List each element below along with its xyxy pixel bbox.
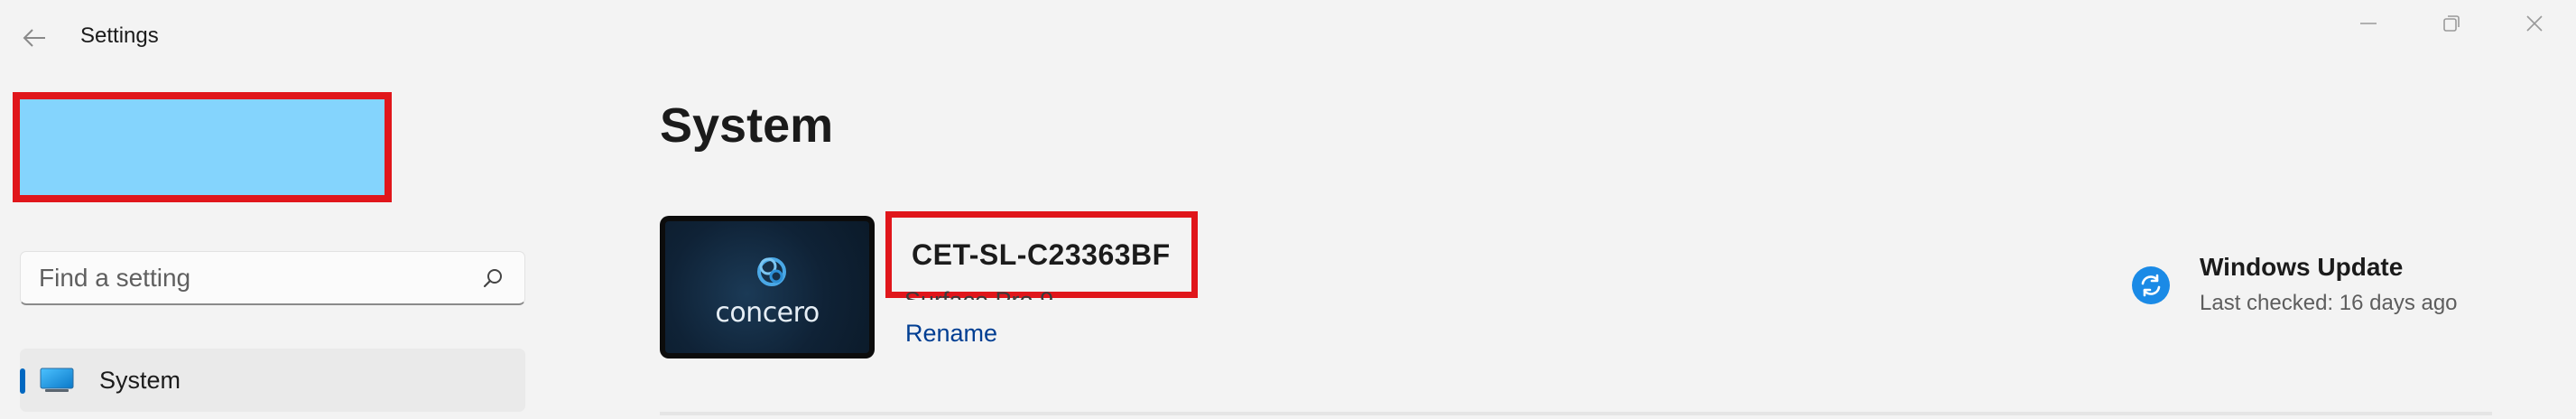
search-box xyxy=(20,251,525,305)
settings-window: Settings Find a setting System System co… xyxy=(0,0,2576,419)
app-title: Settings xyxy=(80,23,159,48)
sidebar-item-system[interactable]: System xyxy=(20,349,525,412)
window-controls xyxy=(2327,0,2576,51)
close-button[interactable] xyxy=(2493,0,2576,47)
system-icon xyxy=(40,368,74,392)
back-button[interactable] xyxy=(13,18,56,58)
restore-icon xyxy=(2443,15,2460,32)
device-name: CET-SL-C23363BF xyxy=(912,237,1171,271)
back-arrow-icon xyxy=(23,29,45,47)
device-model: Surface Pro 9 xyxy=(904,284,1053,300)
sync-icon xyxy=(2132,266,2170,304)
update-title: Windows Update xyxy=(2200,253,2404,281)
page-title: System xyxy=(660,98,834,153)
search-input[interactable] xyxy=(21,251,470,304)
content-divider xyxy=(660,412,2492,415)
sidebar-item-label: System xyxy=(99,366,181,394)
minimize-icon xyxy=(2360,23,2377,24)
windows-update-widget[interactable]: Windows Update Last checked: 16 days ago xyxy=(2131,253,2458,316)
search-icon[interactable] xyxy=(470,256,515,301)
update-status: Last checked: 16 days ago xyxy=(2200,291,2458,315)
selection-indicator xyxy=(20,368,25,394)
restore-button[interactable] xyxy=(2410,0,2493,47)
rename-link[interactable]: Rename xyxy=(905,320,997,348)
concero-logo-icon xyxy=(757,257,786,286)
device-wallpaper: concero xyxy=(665,221,869,353)
minimize-button[interactable] xyxy=(2327,0,2410,47)
update-text: Windows Update Last checked: 16 days ago xyxy=(2200,253,2458,316)
device-logo-text: concero xyxy=(715,297,820,329)
device-image: concero xyxy=(660,216,875,358)
close-icon xyxy=(2526,15,2543,32)
account-card-redacted[interactable] xyxy=(13,92,392,202)
